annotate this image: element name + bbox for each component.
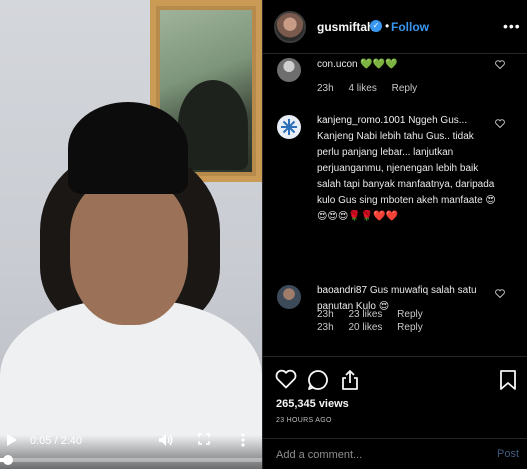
views-count[interactable]: 265,345 views [276,398,349,410]
video-progress-handle[interactable] [2,455,13,465]
comment-username[interactable]: baoandri87 [317,285,367,296]
heart-icon[interactable] [275,369,297,391]
follow-button[interactable]: Follow [391,20,429,34]
verified-badge-icon: ✓ [370,20,382,32]
person-cap [68,102,188,194]
comment-text: baoandri87 Gus muwafiq salah satu panuta… [317,283,497,315]
header-separator: • [385,19,390,33]
post-panel: gusmiftah ✓ • Follow ••• con.ucon 💚💚💚 23… [262,0,527,469]
comment-body: Nggeh Gus... Kanjeng Nabi lebih tahu Gus… [317,115,496,222]
post-time-ago: 23 HOURS AGO [276,417,332,424]
play-icon[interactable] [6,433,18,449]
comment-text: kanjeng_romo.1001 Nggeh Gus... Kanjeng N… [317,113,497,225]
comment-meta: 23h 20 likes Reply [317,322,435,333]
comment-time: 23h [317,83,334,94]
share-icon[interactable] [339,369,361,391]
comment-likes[interactable]: 20 likes [348,322,382,333]
comment-body: con.ucon 💚💚💚 [317,59,398,70]
comment-like-icon[interactable] [495,60,505,72]
video-time: 0:05 / 2:40 [30,435,82,447]
fullscreen-icon[interactable] [198,433,212,449]
post-button[interactable]: Post [497,448,519,460]
comment-icon[interactable] [307,369,329,391]
comment-time: 23h [317,322,334,333]
comment-username[interactable]: kanjeng_romo.1001 [317,115,405,126]
bookmark-icon[interactable] [499,369,521,391]
person-face [70,180,188,325]
commenter-avatar[interactable] [277,285,301,309]
video-progress-bar[interactable] [0,455,262,465]
add-comment-bar: Post [263,438,527,469]
volume-icon[interactable] [158,433,174,449]
add-comment-input[interactable] [276,448,466,462]
header-avatar[interactable] [274,11,306,43]
commenter-avatar[interactable] [277,58,301,82]
header-username[interactable]: gusmiftah [317,20,374,34]
comments-list: con.ucon 💚💚💚 23h 4 likes Reply kanjeng_r… [263,55,527,355]
more-options-icon[interactable]: ••• [503,18,521,34]
comment-text: con.ucon 💚💚💚 [317,57,497,73]
video-player[interactable]: 0:05 / 2:40 [0,0,262,469]
comment-reply-button[interactable]: Reply [392,83,418,94]
more-vertical-icon[interactable] [238,433,248,449]
comment-like-icon[interactable] [495,119,505,131]
comment-like-icon[interactable] [495,289,505,301]
snowflake-avatar-icon[interactable] [277,115,301,139]
comment-reply-button[interactable]: Reply [397,322,423,333]
post-header: gusmiftah ✓ • Follow ••• [263,0,527,54]
comment-meta: 23h 4 likes Reply [317,83,429,94]
comment-likes[interactable]: 4 likes [348,83,376,94]
